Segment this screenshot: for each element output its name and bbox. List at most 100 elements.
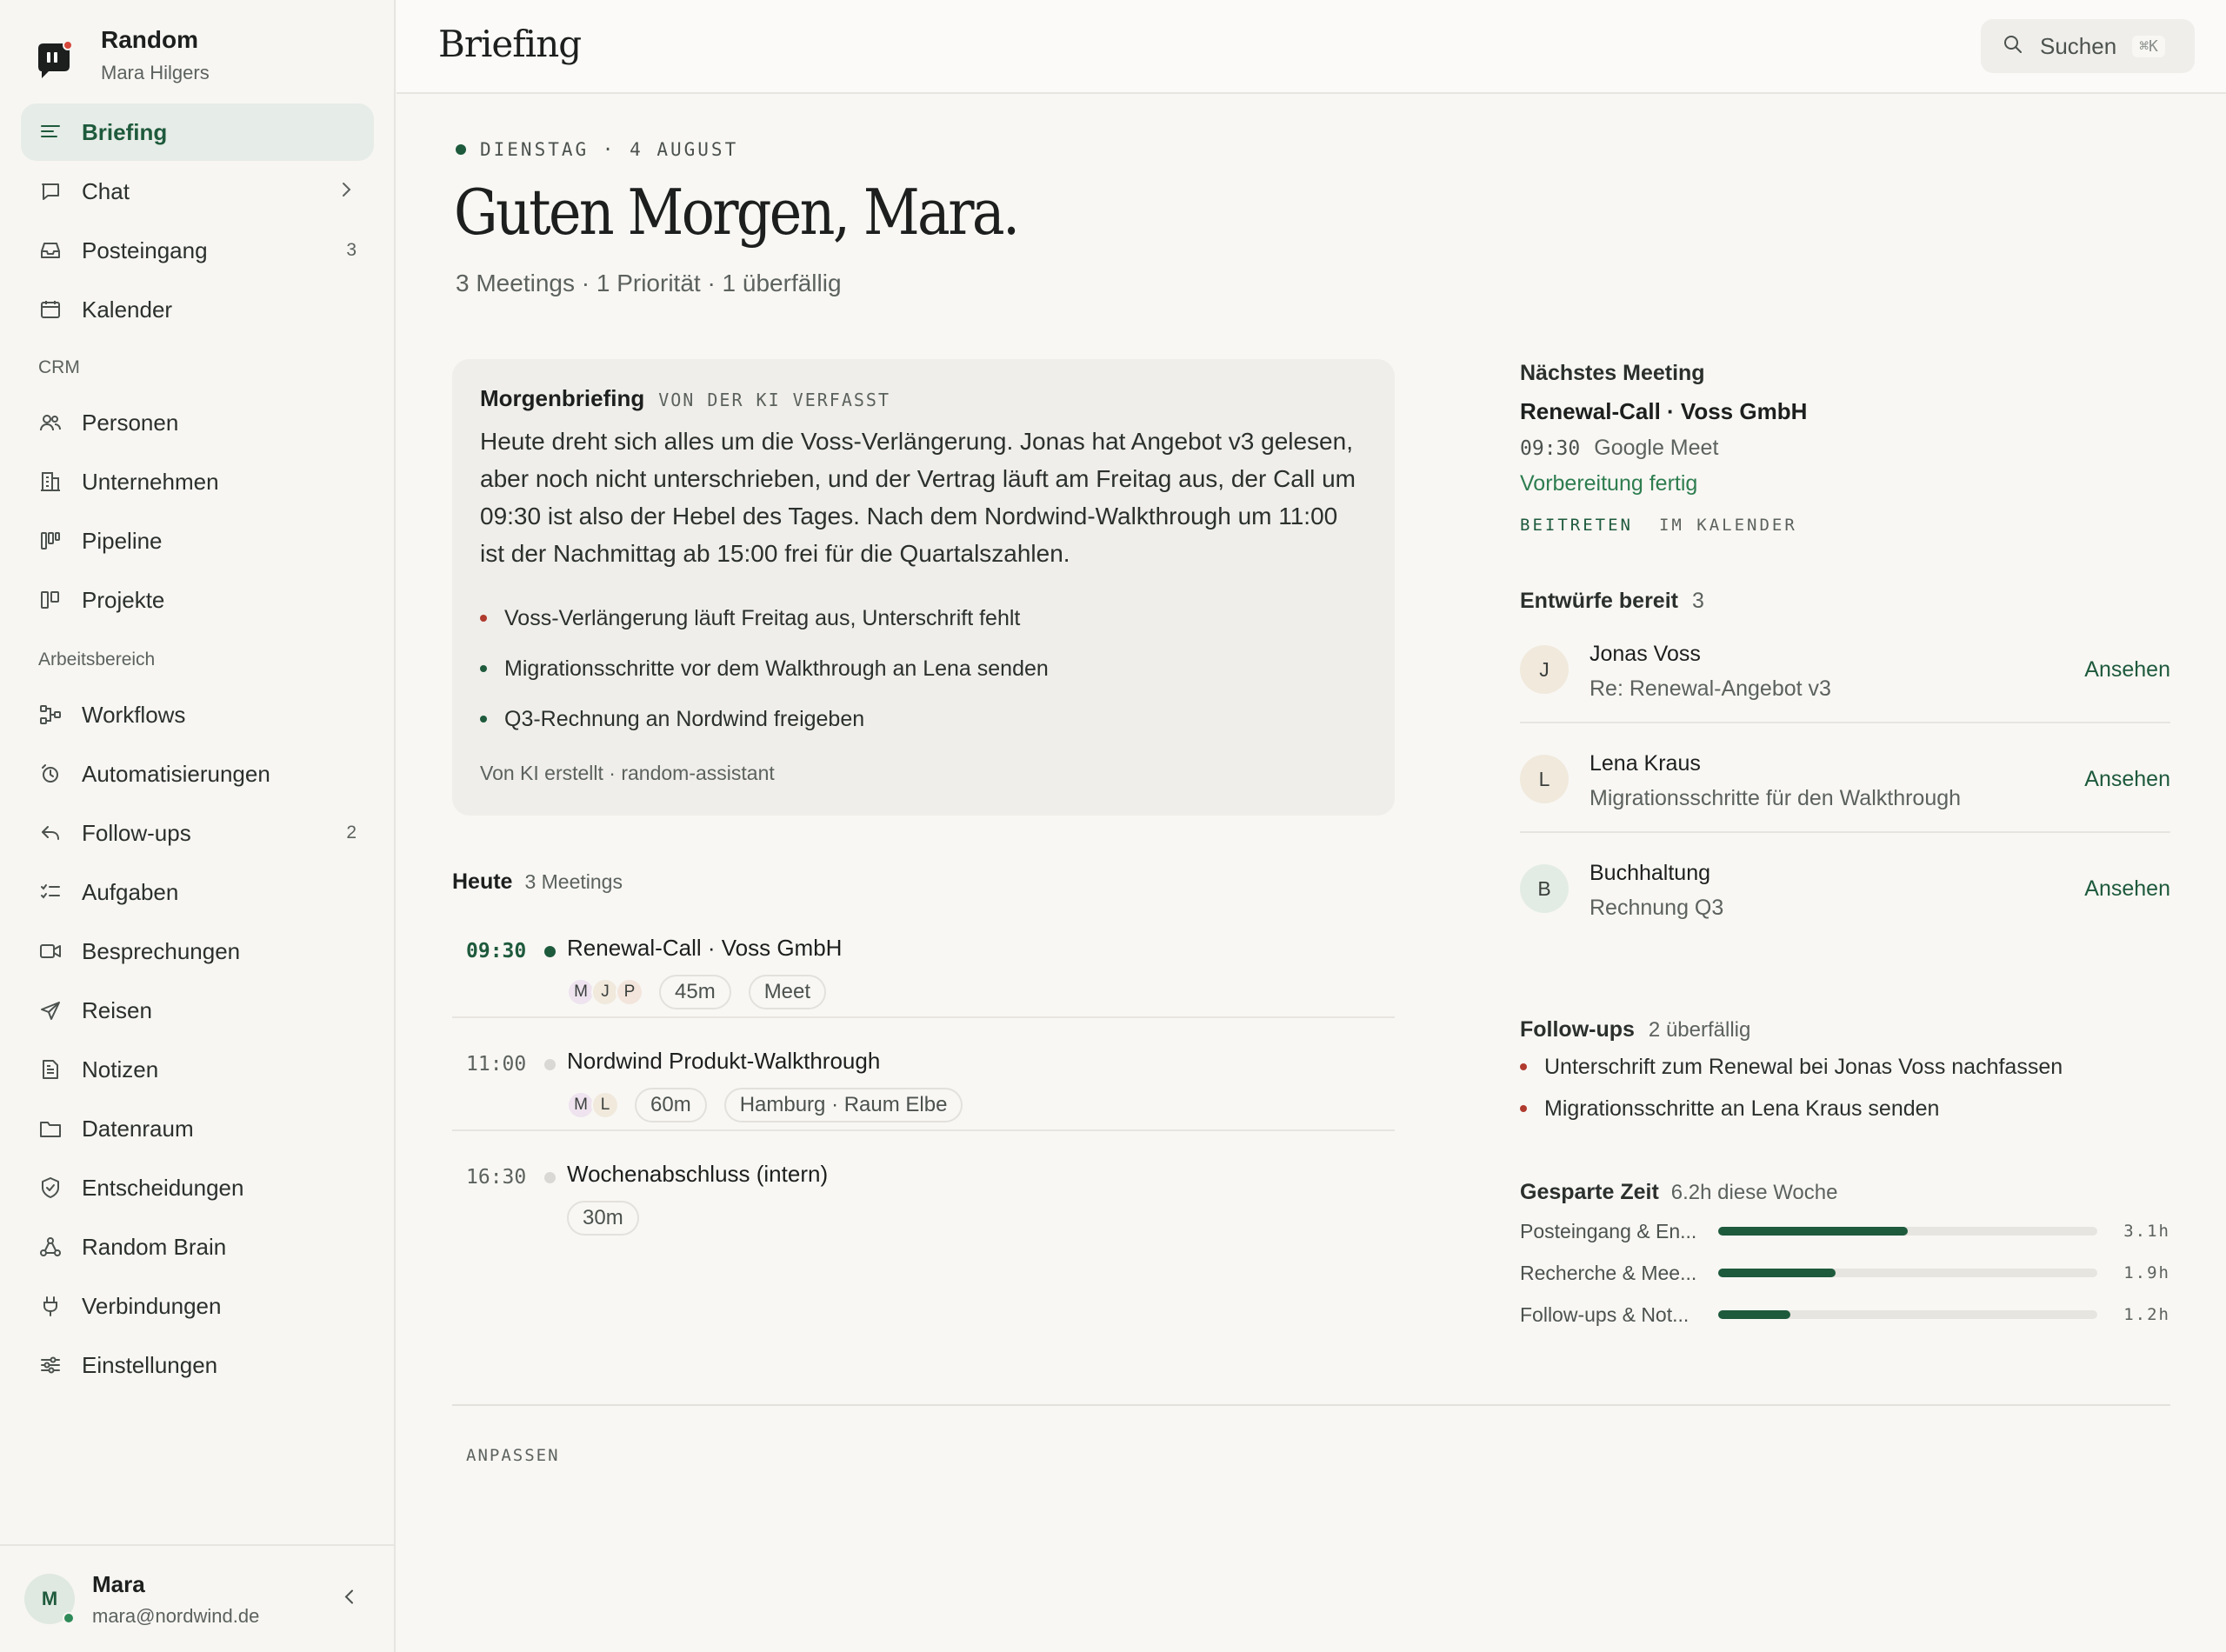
video-icon [38,939,63,963]
draft-row[interactable]: L Lena Kraus Migrationsschritte für den … [1520,723,2170,833]
plug-icon [38,1294,63,1318]
meeting-row[interactable]: 09:30 Renewal-Call · Voss GmbH M J P 45m… [452,905,1395,1018]
bullet-dot [480,716,487,723]
app-name: Random [101,26,198,53]
meeting-dot [544,1059,556,1070]
join-button[interactable]: BEITRETEN [1520,516,1633,535]
sidebar-item-notes[interactable]: Notizen [21,1041,374,1098]
sidebar-item-automations[interactable]: Automatisierungen [21,745,374,803]
overdue-dot [1520,1105,1527,1112]
draft-row[interactable]: J Jonas Voss Re: Renewal-Angebot v3 Anse… [1520,614,2170,723]
meeting-row[interactable]: 16:30 Wochenabschluss (intern) 30m [452,1131,1395,1244]
user-name: Mara [92,1570,145,1597]
draft-row[interactable]: B Buchhaltung Rechnung Q3 Ansehen [1520,833,2170,943]
sidebar-item-label: Posteingang [82,236,208,263]
next-meeting-location: Google Meet [1594,436,1719,460]
draft-subject: Rechnung Q3 [1590,896,1724,920]
customize-button[interactable]: ANPASSEN [466,1446,560,1465]
sidebar-item-label: Notizen [82,1056,159,1082]
user-profile[interactable]: M Mara mara@nordwind.de [0,1544,394,1652]
draft-subject: Re: Renewal-Angebot v3 [1590,676,1831,701]
chevron-right-icon[interactable] [337,181,355,203]
draft-recipient: Lena Kraus [1590,751,1701,776]
sidebar-item-label: Aufgaben [82,878,179,905]
folder-icon [38,1116,63,1141]
sidebar-item-connections[interactable]: Verbindungen [21,1277,374,1335]
drafts-count: 3 [1691,589,1704,613]
next-meeting-panel: Nächstes Meeting Renewal-Call · Voss Gmb… [1520,361,2170,535]
saved-time-label: Posteingang & En... [1520,1219,1697,1242]
meeting-row[interactable]: 11:00 Nordwind Produkt-Walkthrough M L 6… [452,1018,1395,1131]
sidebar-item-briefing[interactable]: Briefing [21,103,374,161]
sidebar-item-label: Datenraum [82,1115,194,1142]
sidebar-item-dataroom[interactable]: Datenraum [21,1100,374,1157]
tasks-icon [38,880,63,904]
greeting-heading: Guten Morgen, Mara. [454,176,1020,249]
list-item[interactable]: Unterschrift zum Renewal bei Jonas Voss … [1520,1046,2170,1088]
sidebar-item-label: Follow-ups [82,819,191,846]
bullet-dot [480,615,487,622]
duration-chip: 30m [567,1201,639,1236]
date-dot [456,144,466,155]
list-item[interactable]: Migrationsschritte an Lena Kraus senden [1520,1088,2170,1129]
followup-text: Migrationsschritte an Lena Kraus senden [1544,1096,1940,1121]
sidebar-item-companies[interactable]: Unternehmen [21,453,374,510]
day-summary: 3 Meetings · 1 Priorität · 1 überfällig [456,270,842,296]
search-shortcut: ⌘K [2132,35,2165,57]
user-email: mara@nordwind.de [92,1604,260,1627]
reply-icon [38,821,63,845]
sidebar-item-chat[interactable]: Chat [21,163,374,220]
sidebar-item-followups[interactable]: Follow-ups 2 [21,804,374,862]
sidebar-item-tasks[interactable]: Aufgaben [21,863,374,921]
progress-fill [1718,1227,1908,1236]
calendar-icon [38,297,63,322]
progress-fill [1718,1310,1790,1319]
sidebar-item-label: Einstellungen [82,1351,218,1378]
saved-time-total: 6.2h diese Woche [1670,1181,1838,1204]
chat-icon [38,179,63,203]
next-meeting-heading: Nächstes Meeting [1520,361,1705,385]
sidebar-item-inbox[interactable]: Posteingang 3 [21,222,374,279]
bullet-dot [480,665,487,672]
sidebar-item-workflows[interactable]: Workflows [21,686,374,743]
collapse-sidebar-icon[interactable] [340,1588,359,1611]
drafts-heading: Entwürfe bereit [1520,589,1678,613]
avatar: B [1520,864,1569,913]
list-item: Migrationsschritte vor dem Walkthrough a… [480,643,1367,694]
view-draft-button[interactable]: Ansehen [2084,657,2170,683]
sidebar-item-meetings[interactable]: Besprechungen [21,923,374,980]
today-count: 3 Meetings [524,870,623,893]
sidebar-item-people[interactable]: Personen [21,394,374,451]
today-title: Heute [452,869,513,894]
sidebar-item-calendar[interactable]: Kalender [21,281,374,338]
duration-chip: 60m [635,1088,707,1122]
attendee-avatars: M L [567,1091,619,1119]
view-draft-button[interactable]: Ansehen [2084,876,2170,902]
drafts-panel: Entwürfe bereit 3 J Jonas Voss Re: Renew… [1520,589,2170,943]
sidebar-item-label: Random Brain [82,1233,227,1260]
saved-time-label: Follow-ups & Not... [1520,1302,1689,1326]
sidebar-nav: Briefing Chat Posteingang 3 Kalender CRM [21,103,374,1396]
meeting-time: 16:30 [466,1166,527,1189]
briefing-icon [38,120,63,144]
sidebar-item-label: Reisen [82,996,152,1023]
followups-heading: Follow-ups [1520,1017,1635,1042]
sidebar-item-travel[interactable]: Reisen [21,982,374,1039]
open-in-calendar-button[interactable]: IM KALENDER [1659,516,1797,535]
today-meetings: Heute 3 Meetings 09:30 Renewal-Call · Vo… [452,869,1395,1244]
sidebar-item-projects[interactable]: Projekte [21,571,374,629]
sidebar: Random Mara Hilgers Briefing Chat Postei… [0,0,396,1652]
avatar: M [24,1574,75,1624]
sidebar-item-random-brain[interactable]: Random Brain [21,1218,374,1276]
view-draft-button[interactable]: Ansehen [2084,767,2170,792]
sidebar-item-pipeline[interactable]: Pipeline [21,512,374,570]
sidebar-item-settings[interactable]: Einstellungen [21,1336,374,1394]
next-meeting-title[interactable]: Renewal-Call · Voss GmbH [1520,398,2170,425]
search-button[interactable]: Suchen ⌘K [1981,19,2195,73]
sidebar-item-decisions[interactable]: Entscheidungen [21,1159,374,1216]
brand[interactable]: Random Mara Hilgers [33,26,210,85]
sidebar-item-label: Personen [82,409,179,436]
draft-recipient: Jonas Voss [1590,642,1701,666]
bullet-text: Voss-Verlängerung läuft Freitag aus, Unt… [504,605,1021,630]
overdue-dot [1520,1063,1527,1070]
